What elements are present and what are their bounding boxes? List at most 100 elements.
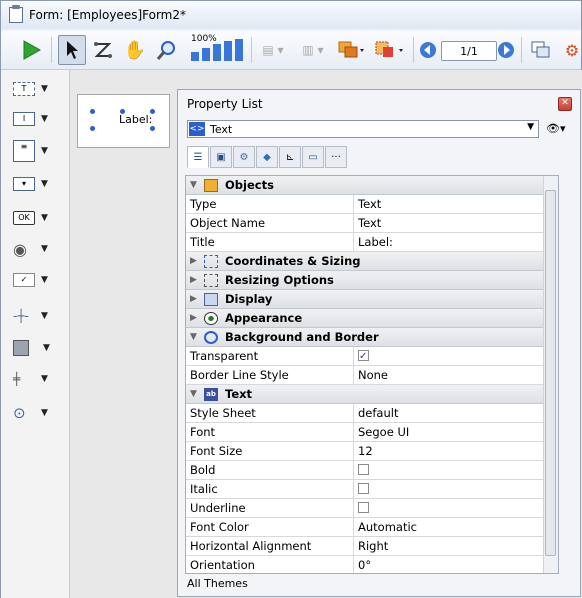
transparent-checkbox[interactable] [358,348,369,366]
property-row[interactable]: Font Size 12 [186,442,558,461]
view-pages-button[interactable] [527,35,555,65]
property-key: Font Color [186,518,354,536]
tab-objects[interactable]: ▣ [210,146,232,168]
property-row[interactable]: Font Color Automatic [186,518,558,537]
tab-display[interactable]: ▭ [302,146,324,168]
tab-shapes[interactable]: ◆ [256,146,278,168]
palette-list[interactable]: ≡ ▼ [13,140,63,162]
property-value[interactable]: Right [354,537,558,555]
property-value[interactable] [354,461,558,479]
palette-static-text[interactable]: T ▼ [13,78,63,100]
entry-order-button[interactable] [89,35,117,65]
selection-handle[interactable] [150,109,155,114]
property-row[interactable]: Underline [186,499,558,518]
tab-list-view[interactable]: ☰ [187,146,209,168]
section-background[interactable]: ▼ Background and Border [186,328,558,347]
property-value[interactable]: Automatic [354,518,558,536]
property-value[interactable]: 12 [354,442,558,460]
close-icon[interactable]: ✕ [558,97,572,111]
section-coordinates[interactable]: ▶ Coordinates & Sizing [186,252,558,271]
property-row[interactable]: Transparent [186,347,558,366]
section-text[interactable]: ▼ ab Text [186,385,558,404]
property-value[interactable]: Label: [354,233,558,251]
section-display[interactable]: ▶ Display [186,290,558,309]
property-value[interactable]: None [354,366,558,384]
tab-properties[interactable]: ⚙ [233,146,255,168]
property-row[interactable]: Style Sheet default [186,404,558,423]
section-resizing[interactable]: ▶ Resizing Options [186,271,558,290]
eye-icon[interactable]: 👁▾ [546,122,566,135]
palette-dropdown[interactable]: ▾ ▼ [13,173,63,195]
property-row[interactable]: Border Line Style None [186,366,558,385]
selection-handle[interactable] [90,109,95,114]
hand-tool-button[interactable]: ✋ [121,35,149,65]
property-tabs: ☰ ▣ ⚙ ◆ ⊾ ▭ ··· [187,146,355,170]
palette-splitter[interactable]: -┼- ▼ [13,305,63,327]
palette-rectangle[interactable]: ▼ [13,337,63,359]
section-appearance[interactable]: ▶ Appearance [186,309,558,328]
object-palette: T ▼ I ▼ ≡ ▼ ▾ ▼ OK ▼ ◉ ▼ ✓ ▼ -┼- ▼ ▼ ╪ ▼ ⊙ ▼ [1,70,70,598]
property-row[interactable]: Font Segoe UI [186,423,558,442]
property-row[interactable]: Bold [186,461,558,480]
previous-page-button[interactable] [418,35,438,65]
line-icon: ╪ [13,372,21,386]
run-button[interactable] [17,35,45,65]
section-objects[interactable]: ▼ Objects [186,176,558,195]
object-selector[interactable]: <> Text ▼ [187,120,539,138]
selection-handle[interactable] [90,126,95,131]
palette-radio[interactable]: ◉ ▼ [13,238,63,260]
title-bar: Form: [Employees]Form2* [1,1,581,29]
property-row[interactable]: Orientation 0° [186,556,558,573]
italic-checkbox[interactable] [358,483,369,494]
property-list-header: Property List ✕ [178,90,580,118]
property-value[interactable]: 0° [354,556,558,573]
property-value[interactable]: default [354,404,558,422]
form-label-object[interactable]: Label: [119,113,152,126]
bold-checkbox[interactable] [358,464,369,475]
palette-line[interactable]: ╪ ▼ [13,368,63,390]
property-row[interactable]: Italic [186,480,558,499]
hand-icon: ✋ [123,39,147,61]
property-row[interactable]: Object Name Text [186,214,558,233]
property-value[interactable] [354,480,558,498]
distribute-icon: ▥ ▾ [302,43,324,57]
palette-input[interactable]: I ▼ [13,108,63,130]
combo-object-icon: ▾ [13,177,35,191]
palette-plugin[interactable]: ⊙ ▼ [13,402,63,424]
property-value[interactable] [354,347,558,366]
selection-handle[interactable] [150,126,155,131]
tab-chart[interactable]: ⊾ [279,146,301,168]
grouping-button[interactable] [371,35,409,65]
layers-icon [338,41,364,58]
zoom-tool-button[interactable] [153,35,181,65]
property-scrollbar[interactable] [543,176,558,573]
z-order-icon [94,42,112,58]
settings-button[interactable]: ⚙ [563,35,581,65]
underline-checkbox[interactable] [358,502,369,513]
button-object-icon: OK [13,211,35,225]
property-value[interactable]: Text [354,195,558,213]
palette-checkbox[interactable]: ✓ ▼ [13,269,63,291]
arrange-button[interactable] [333,35,369,65]
page-number-field[interactable]: 1/1 [441,41,497,61]
display-icon [204,292,218,306]
scrollbar-thumb[interactable] [545,190,556,556]
property-value[interactable] [354,499,558,517]
property-row[interactable]: Horizontal Alignment Right [186,537,558,556]
property-value[interactable]: Text [354,214,558,232]
text-style-icon: ab [204,387,218,401]
pointer-tool-button[interactable] [58,35,86,65]
distribute-button[interactable]: ▥ ▾ [295,35,331,65]
expanded-arrow-icon: ▼ [190,180,197,190]
tab-more[interactable]: ··· [325,146,347,168]
align-button[interactable]: ▤ ▾ [255,35,291,65]
next-page-button[interactable] [496,35,516,65]
property-row[interactable]: Type Text [186,195,558,214]
palette-button[interactable]: OK ▼ [13,207,63,229]
object-icon: ▣ [216,151,226,163]
property-row[interactable]: Title Label: [186,233,558,252]
property-key: Font [186,423,354,441]
selection-handle[interactable] [120,109,125,114]
property-value[interactable]: Segoe UI [354,423,558,441]
gear-icon: ⚙ [239,151,249,163]
